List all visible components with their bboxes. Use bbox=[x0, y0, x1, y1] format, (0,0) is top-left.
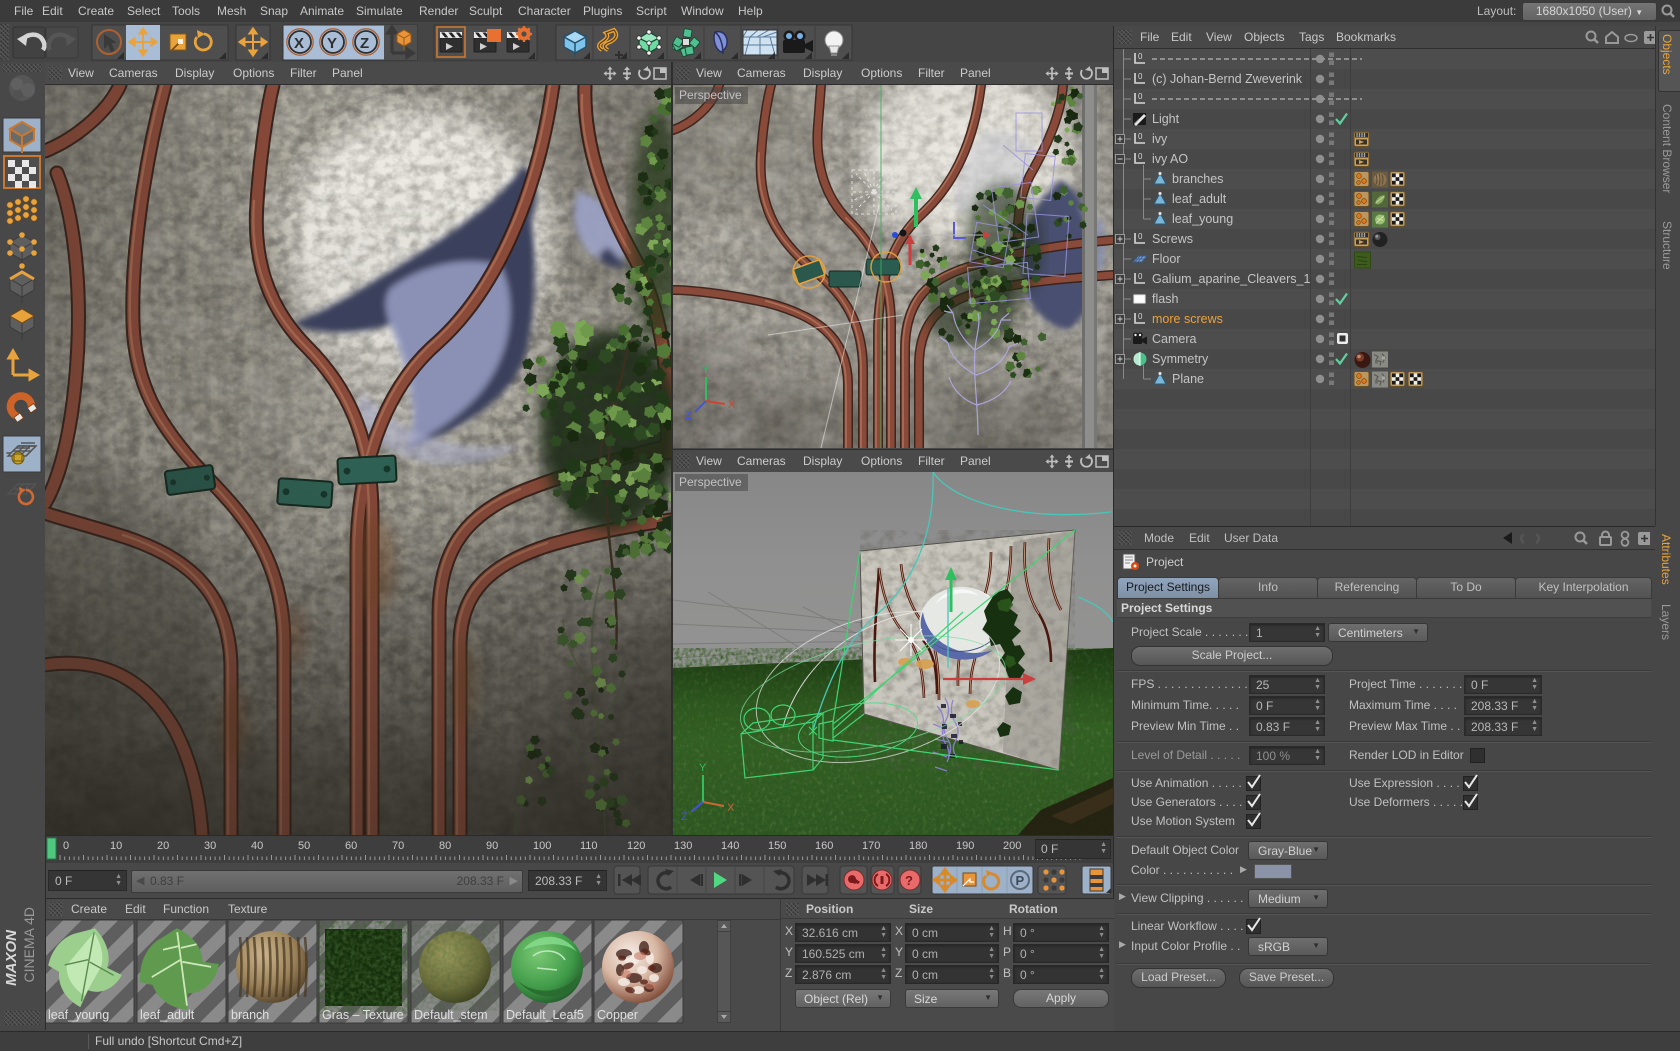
svg-text:90: 90 bbox=[486, 840, 498, 852]
svg-text:leaf_young: leaf_young bbox=[1172, 212, 1233, 226]
svg-text:70: 70 bbox=[392, 840, 404, 852]
svg-text:leaf_adult: leaf_adult bbox=[1172, 192, 1227, 206]
svg-text:50: 50 bbox=[298, 840, 310, 852]
svg-text:30: 30 bbox=[204, 840, 216, 852]
svg-text:Camera: Camera bbox=[1152, 332, 1197, 346]
svg-text:P: P bbox=[1016, 873, 1025, 888]
svg-text:0: 0 bbox=[1138, 92, 1143, 101]
svg-text:0: 0 bbox=[1138, 312, 1143, 321]
svg-text:Z: Z bbox=[685, 410, 692, 422]
svg-text:Symmetry: Symmetry bbox=[1152, 352, 1209, 366]
svg-text:leaf_adult: leaf_adult bbox=[140, 1008, 195, 1022]
svg-text:ivy AO: ivy AO bbox=[1152, 152, 1188, 166]
svg-text:(c) Johan-Bernd Zweverink: (c) Johan-Bernd Zweverink bbox=[1152, 72, 1303, 86]
svg-text:80: 80 bbox=[439, 840, 451, 852]
svg-text:60: 60 bbox=[345, 840, 357, 852]
svg-text:170: 170 bbox=[862, 840, 880, 852]
svg-text:150: 150 bbox=[768, 840, 786, 852]
svg-text:X: X bbox=[727, 802, 735, 814]
svg-text:leaf_young: leaf_young bbox=[48, 1008, 109, 1022]
svg-text:110: 110 bbox=[580, 840, 598, 852]
svg-text:ivy: ivy bbox=[1152, 132, 1168, 146]
svg-text:Y: Y bbox=[702, 364, 710, 376]
svg-text:180: 180 bbox=[909, 840, 927, 852]
svg-text:0: 0 bbox=[1138, 72, 1143, 81]
svg-text:branches: branches bbox=[1172, 172, 1223, 186]
svg-text:flash: flash bbox=[1152, 292, 1178, 306]
svg-text:0: 0 bbox=[1138, 132, 1143, 141]
svg-text:10: 10 bbox=[110, 840, 122, 852]
svg-text:Default_stem: Default_stem bbox=[414, 1008, 488, 1022]
svg-text:Default_Leaf5: Default_Leaf5 bbox=[506, 1008, 584, 1022]
svg-text:190: 190 bbox=[956, 840, 974, 852]
svg-text:20: 20 bbox=[157, 840, 169, 852]
svg-text:Light: Light bbox=[1152, 112, 1180, 126]
svg-text:100: 100 bbox=[533, 840, 551, 852]
svg-text:140: 140 bbox=[721, 840, 739, 852]
svg-text:160: 160 bbox=[815, 840, 833, 852]
svg-text:0: 0 bbox=[1138, 232, 1143, 241]
svg-text:0: 0 bbox=[1138, 52, 1143, 61]
svg-text:0: 0 bbox=[1138, 152, 1143, 161]
svg-text:Z: Z bbox=[360, 35, 369, 52]
svg-text:X: X bbox=[294, 35, 304, 52]
svg-text:Screws: Screws bbox=[1152, 232, 1193, 246]
svg-text:?: ? bbox=[905, 873, 913, 888]
svg-text:Y: Y bbox=[327, 35, 337, 52]
svg-text:0: 0 bbox=[1138, 272, 1143, 281]
svg-text:X: X bbox=[728, 399, 736, 411]
svg-text:0: 0 bbox=[63, 840, 69, 852]
svg-text:Copper: Copper bbox=[597, 1008, 638, 1022]
svg-text:120: 120 bbox=[627, 840, 645, 852]
svg-text:40: 40 bbox=[251, 840, 263, 852]
svg-text:Galium_aparine_Cleavers_1: Galium_aparine_Cleavers_1 bbox=[1152, 272, 1310, 286]
svg-text:130: 130 bbox=[674, 840, 692, 852]
svg-text:Y: Y bbox=[699, 762, 707, 774]
svg-text:more screws: more screws bbox=[1152, 312, 1223, 326]
svg-text:Gras – Texture: Gras – Texture bbox=[322, 1008, 404, 1022]
svg-text:200: 200 bbox=[1003, 840, 1021, 852]
svg-text:branch: branch bbox=[231, 1008, 269, 1022]
svg-text:Plane: Plane bbox=[1172, 372, 1204, 386]
svg-text:Z: Z bbox=[681, 811, 688, 823]
svg-text:Floor: Floor bbox=[1152, 252, 1180, 266]
